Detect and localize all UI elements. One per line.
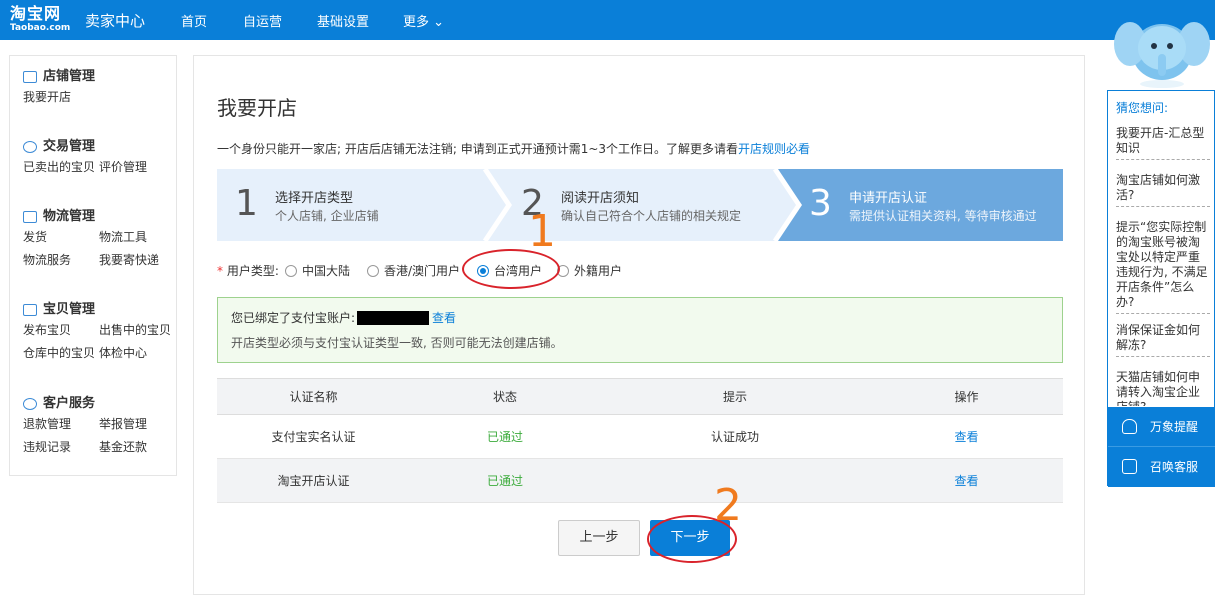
step-number: 3 xyxy=(809,183,832,224)
step-3: 3 申请开店认证 需提供认证相关资料, 等待审核通过 xyxy=(777,169,1063,241)
cert-view-link[interactable]: 查看 xyxy=(870,414,1063,459)
col-status: 状态 xyxy=(410,378,600,415)
annotation-number-2: 2 xyxy=(714,480,742,531)
nav-more[interactable]: 更多 ⌄ xyxy=(403,11,444,30)
cert-name: 支付宝实名认证 xyxy=(217,414,410,459)
sidebar-item-sold-goods[interactable]: 已卖出的宝贝 xyxy=(23,156,95,179)
sidebar-group-title: 宝贝管理 xyxy=(43,302,96,317)
required-mark: * xyxy=(217,264,223,278)
bell-icon xyxy=(1122,419,1137,434)
sidebar-item-logistics-tools[interactable]: 物流工具 xyxy=(99,226,147,249)
notice-line-1: 您已绑定了支付宝账户: 查看 xyxy=(231,311,457,325)
seller-center-title[interactable]: 卖家中心 xyxy=(85,10,145,31)
sidebar-group-transaction: 交易管理 已卖出的宝贝 评价管理 xyxy=(23,138,183,179)
col-action: 操作 xyxy=(870,378,1063,415)
col-name: 认证名称 xyxy=(217,378,410,415)
sidebar-item-ship[interactable]: 发货 xyxy=(23,226,47,249)
radio-foreign[interactable]: 外籍用户 xyxy=(557,262,622,279)
sidebar-group-title: 店铺管理 xyxy=(43,69,96,84)
table-row: 淘宝开店认证 已通过 查看 xyxy=(217,458,1063,503)
desc-text: 一个身份只能开一家店; 开店后店铺无法注销; 申请到正式开通预计需1~3个工作日… xyxy=(217,142,739,156)
sidebar-group-goods: 宝贝管理 发布宝贝 出售中的宝贝 仓库中的宝贝 体检中心 xyxy=(23,301,183,365)
step-title: 申请开店认证 xyxy=(849,191,928,206)
cert-status: 已通过 xyxy=(410,414,600,459)
logo-en: Taobao.com xyxy=(10,23,71,33)
sidebar-item-reviews[interactable]: 评价管理 xyxy=(99,156,147,179)
sidebar-item-publish-goods[interactable]: 发布宝贝 xyxy=(23,319,71,342)
step-title: 阅读开店须知 xyxy=(561,191,640,206)
step-number: 1 xyxy=(235,183,258,224)
step-subtitle: 需提供认证相关资料, 等待审核通过 xyxy=(849,209,1037,223)
cert-status: 已通过 xyxy=(410,458,600,503)
page-title: 我要开店 xyxy=(217,96,297,120)
annotation-number-1: 1 xyxy=(528,206,556,257)
table-row: 支付宝实名认证 已通过 认证成功 查看 xyxy=(217,414,1063,459)
nav-home[interactable]: 首页 xyxy=(181,11,207,30)
sidebar-group-store: 店铺管理 我要开店 xyxy=(23,68,183,109)
certification-table: 认证名称 状态 提示 操作 支付宝实名认证 已通过 认证成功 查看 淘宝开店认证… xyxy=(217,378,1063,503)
sidebar-item-warehouse-goods[interactable]: 仓库中的宝贝 xyxy=(23,342,95,365)
sidebar-group-customer-service: 客户服务 退款管理 举报管理 违规记录 基金还款 xyxy=(23,395,183,459)
chat-icon xyxy=(1122,459,1137,474)
step-title: 选择开店类型 xyxy=(275,191,354,206)
view-alipay-link[interactable]: 查看 xyxy=(432,311,456,325)
taobao-logo[interactable]: 淘宝网 Taobao.com xyxy=(10,5,80,35)
faq-item[interactable]: 我要开店-汇总型知识 xyxy=(1116,126,1210,160)
sidebar-group-title: 物流管理 xyxy=(43,209,96,224)
sidebar-item-selling-goods[interactable]: 出售中的宝贝 xyxy=(99,319,171,342)
radio-mainland[interactable]: 中国大陆 xyxy=(285,262,350,279)
radio-circle-icon xyxy=(285,265,297,277)
cert-view-link[interactable]: 查看 xyxy=(870,458,1063,503)
store-rules-link[interactable]: 开店规则必看 xyxy=(738,142,810,156)
help-panel-header: 猜您想问: xyxy=(1116,101,1169,115)
step-indicator: 1 选择开店类型 个人店铺, 企业店铺 2 阅读开店须知 确认自己符合个人店铺的… xyxy=(217,169,1063,241)
prev-step-button[interactable]: 上一步 xyxy=(558,520,640,556)
sidebar-item-logistics-service[interactable]: 物流服务 xyxy=(23,249,71,272)
sidebar-group-logistics: 物流管理 发货 物流工具 物流服务 我要寄快递 xyxy=(23,208,183,272)
sidebar-item-refunds[interactable]: 退款管理 xyxy=(23,413,71,436)
col-hint: 提示 xyxy=(600,378,870,415)
store-icon xyxy=(23,71,37,83)
nav-basic-settings[interactable]: 基础设置 xyxy=(317,11,369,30)
cert-hint: 认证成功 xyxy=(600,414,870,459)
nav-self-operation[interactable]: 自运营 xyxy=(243,11,282,30)
help-panel: 猜您想问: 我要开店-汇总型知识 淘宝店铺如何激活? 提示“您实际控制的淘宝账号… xyxy=(1107,90,1215,487)
faq-item[interactable]: 提示“您实际控制的淘宝账号被淘宝处以特定严重违规行为, 不满足开店条件”怎么办? xyxy=(1116,220,1210,314)
elephant-mascot-icon xyxy=(1114,22,1210,88)
sidebar-item-health-check[interactable]: 体检中心 xyxy=(99,342,147,365)
transaction-icon xyxy=(23,141,37,153)
notice-line-2: 开店类型必须与支付宝认证类型一致, 否则可能无法创建店铺。 xyxy=(231,336,563,350)
sidebar-item-violations[interactable]: 违规记录 xyxy=(23,436,71,459)
main-panel: 我要开店 一个身份只能开一家店; 开店后店铺无法注销; 申请到正式开通预计需1~… xyxy=(193,55,1085,595)
user-type-label: * 用户类型: xyxy=(217,264,279,278)
page-description: 一个身份只能开一家店; 开店后店铺无法注销; 申请到正式开通预计需1~3个工作日… xyxy=(217,140,810,157)
step-1: 1 选择开店类型 个人店铺, 企业店铺 xyxy=(217,169,487,241)
goods-icon xyxy=(23,304,37,316)
step-subtitle: 确认自己符合个人店铺的相关规定 xyxy=(561,209,742,223)
faq-item[interactable]: 消保保证金如何解冻? xyxy=(1116,323,1210,357)
radio-circle-icon xyxy=(367,265,379,277)
sidebar-item-fund-repay[interactable]: 基金还款 xyxy=(99,436,147,459)
sidebar-group-title: 交易管理 xyxy=(43,139,96,154)
step-subtitle: 个人店铺, 企业店铺 xyxy=(275,209,379,223)
logo-cn: 淘宝网 xyxy=(10,4,62,23)
sidebar-item-send-express[interactable]: 我要寄快递 xyxy=(99,249,159,272)
redacted-account xyxy=(357,311,430,325)
customer-service-button[interactable]: 召唤客服 xyxy=(1108,447,1215,487)
faq-item[interactable]: 淘宝店铺如何激活? xyxy=(1116,173,1210,207)
sidebar-item-reports[interactable]: 举报管理 xyxy=(99,413,147,436)
sidebar: 店铺管理 我要开店 交易管理 已卖出的宝贝 评价管理 物流管理 发货 物流工具 物流… xyxy=(9,55,177,476)
cert-name: 淘宝开店认证 xyxy=(217,458,410,503)
remind-button[interactable]: 万象提醒 xyxy=(1108,407,1215,447)
faq-item[interactable]: 天猫店铺如何申请转入淘宝企业店铺? xyxy=(1116,370,1210,406)
top-navbar: 淘宝网 Taobao.com 卖家中心 首页 自运营 基础设置 更多 ⌄ xyxy=(0,0,1215,40)
alipay-notice: 您已绑定了支付宝账户: 查看 开店类型必须与支付宝认证类型一致, 否则可能无法创建… xyxy=(217,297,1063,363)
sidebar-group-title: 客户服务 xyxy=(43,396,96,411)
customer-service-icon xyxy=(23,398,37,410)
radio-hk-macau[interactable]: 香港/澳门用户 xyxy=(367,262,460,279)
table-header-row: 认证名称 状态 提示 操作 xyxy=(217,378,1063,415)
logistics-icon xyxy=(23,211,37,223)
sidebar-item-open-store[interactable]: 我要开店 xyxy=(23,86,71,109)
